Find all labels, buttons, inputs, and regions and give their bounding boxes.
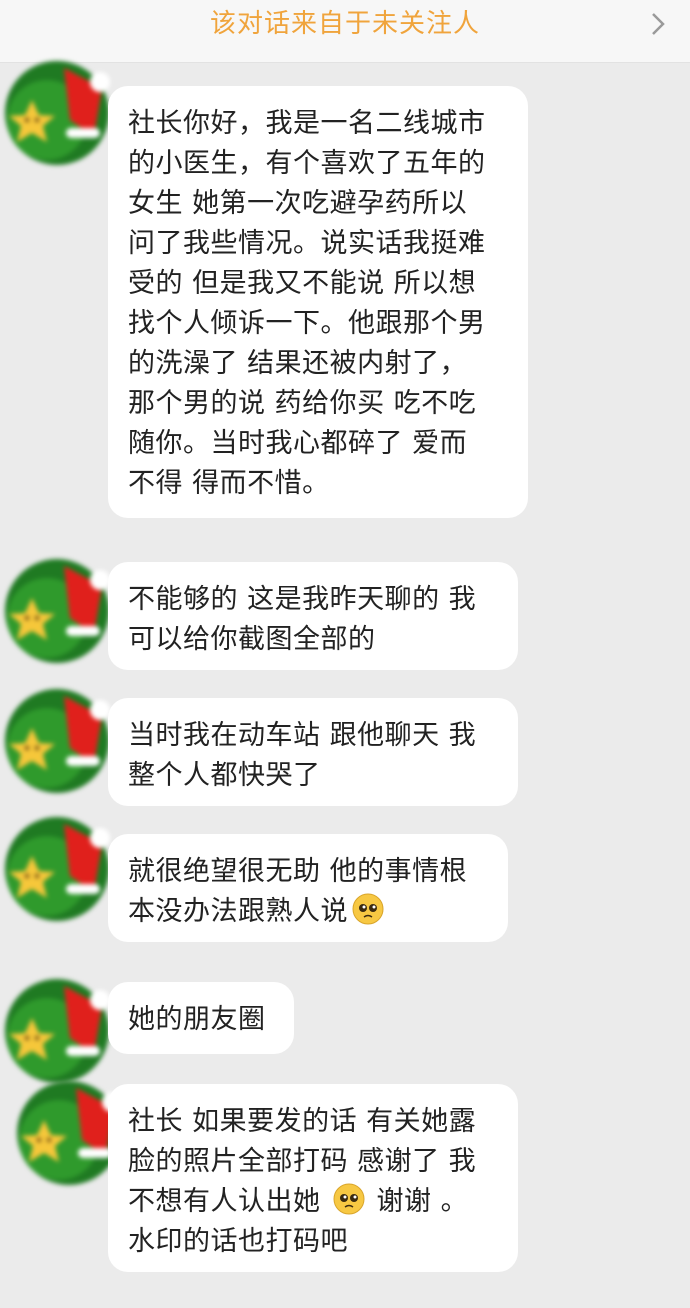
message-text: 本没办法跟熟人说 (128, 896, 348, 927)
message-line: 受的 但是我又不能说 所以想 (128, 268, 477, 299)
message-line: 脸的照片全部打码 感谢了 我 (128, 1146, 477, 1177)
message-line: 整个人都快哭了 (128, 760, 321, 791)
message-text: 谢谢 。 (376, 1186, 469, 1217)
message-line-with-emoji: 本没办法跟熟人说 (128, 892, 488, 932)
message-bubble[interactable]: 社长你好，我是一名二线城市 的小医生，有个喜欢了五年的 女生 她第一次吃避孕药所… (108, 86, 528, 518)
banner-title: 该对话来自于未关注人 (209, 9, 480, 39)
message-line: 的洗澡了 结果还被内射了， (128, 348, 468, 379)
sender-avatar[interactable] (2, 58, 112, 168)
message-bubble[interactable]: 她的朋友圈 (108, 982, 294, 1054)
sender-avatar[interactable] (2, 976, 112, 1086)
message-line: 可以给你截图全部的 (128, 624, 376, 655)
message-line: 找个人倾诉一下。他跟那个男 (128, 308, 486, 339)
message-line: 社长 如果要发的话 有关她露 (128, 1106, 477, 1137)
message-line-with-emoji: 不想有人认出她 谢谢 。 (128, 1182, 498, 1222)
pleading-face-emoji-icon (333, 1183, 364, 1215)
message-line: 她的朋友圈 (128, 1004, 266, 1035)
message-line: 问了我些情况。说实话我挺难 (128, 228, 486, 259)
chevron-right-icon[interactable] (646, 10, 670, 38)
sender-avatar[interactable] (2, 686, 112, 796)
pleading-face-emoji-icon (352, 893, 384, 925)
unfollowed-conversation-banner[interactable]: 该对话来自于未关注人 (0, 0, 690, 63)
message-bubble[interactable]: 就很绝望很无助 他的事情根 本没办法跟熟人说 (108, 834, 508, 942)
message-line: 随你。当时我心都碎了 爱而 (128, 428, 468, 459)
message-line: 不能够的 这是我昨天聊的 我 (128, 584, 477, 615)
message-bubble[interactable]: 不能够的 这是我昨天聊的 我 可以给你截图全部的 (108, 562, 518, 670)
message-line: 社长你好，我是一名二线城市 (128, 108, 486, 139)
message-line: 当时我在动车站 跟他聊天 我 (128, 720, 477, 751)
sender-avatar[interactable] (2, 556, 112, 666)
message-bubble[interactable]: 社长 如果要发的话 有关她露 脸的照片全部打码 感谢了 我 不想有人认出她 谢谢… (108, 1084, 518, 1272)
sender-avatar[interactable] (2, 814, 112, 924)
message-line: 女生 她第一次吃避孕药所以 (128, 188, 468, 219)
message-line: 那个男的说 药给你买 吃不吃 (128, 388, 477, 419)
message-bubble[interactable]: 当时我在动车站 跟他聊天 我 整个人都快哭了 (108, 698, 518, 806)
message-text: 不想有人认出她 (128, 1186, 321, 1217)
message-line: 的小医生，有个喜欢了五年的 (128, 148, 486, 179)
message-line: 不得 得而不惜。 (128, 468, 330, 499)
message-line: 就很绝望很无助 他的事情根 (128, 856, 468, 887)
message-line: 水印的话也打码吧 (128, 1226, 348, 1257)
